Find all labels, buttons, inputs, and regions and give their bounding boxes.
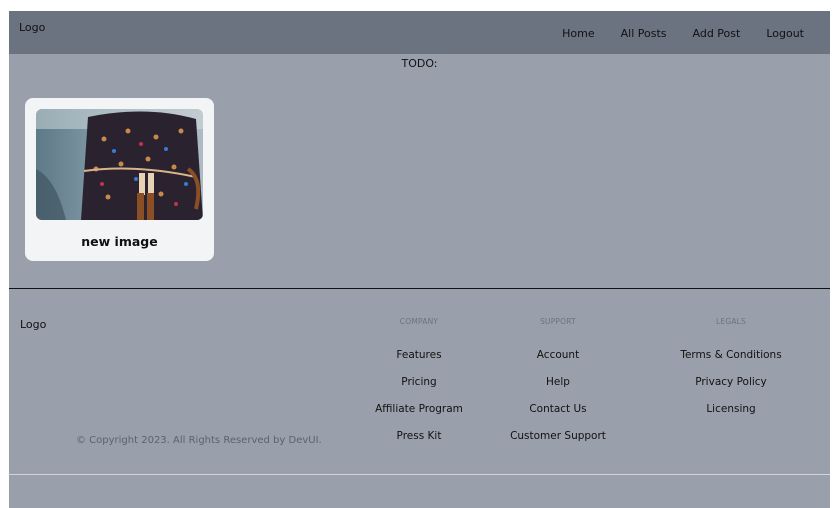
footer-link-terms[interactable]: Terms & Conditions	[661, 348, 801, 375]
footer-link-help[interactable]: Help	[498, 375, 618, 402]
footer-legals-column: LEGALS Terms & Conditions Privacy Policy…	[661, 317, 801, 429]
footer-support-column: SUPPORT Account Help Contact Us Customer…	[498, 317, 618, 456]
footer-bottom-line	[9, 474, 830, 475]
footer-link-licensing[interactable]: Licensing	[661, 402, 801, 429]
footer-link-pricing[interactable]: Pricing	[359, 375, 479, 402]
nav-all-posts-link[interactable]: All Posts	[621, 27, 667, 41]
main-nav: Home All Posts Add Post Logout	[562, 27, 830, 41]
footer-link-account[interactable]: Account	[498, 348, 618, 375]
footer-support-heading: SUPPORT	[540, 317, 576, 326]
footer-link-press-kit[interactable]: Press Kit	[359, 429, 479, 456]
todo-text: TODO:	[401, 57, 438, 70]
page-frame: Logo Home All Posts Add Post Logout TODO…	[9, 11, 830, 508]
footer-link-privacy-policy[interactable]: Privacy Policy	[661, 375, 801, 402]
copyright-text: © Copyright 2023. All Rights Reserved by…	[76, 435, 322, 446]
nav-home-link[interactable]: Home	[562, 27, 594, 41]
footer-link-contact-us[interactable]: Contact Us	[498, 402, 618, 429]
footer-link-affiliate-program[interactable]: Affiliate Program	[359, 402, 479, 429]
post-title: new image	[81, 234, 158, 249]
footer-company-column: COMPANY Features Pricing Affiliate Progr…	[359, 317, 479, 456]
footer-logo[interactable]: Logo	[20, 318, 46, 331]
header-bar: Logo Home All Posts Add Post Logout	[9, 11, 830, 54]
header-logo[interactable]: Logo	[19, 21, 45, 34]
footer-legals-heading: LEGALS	[716, 317, 746, 326]
post-image	[36, 109, 203, 220]
nav-add-post-link[interactable]: Add Post	[693, 27, 741, 41]
nav-logout-link[interactable]: Logout	[766, 27, 804, 41]
post-card[interactable]: new image	[25, 98, 214, 261]
footer-company-heading: COMPANY	[399, 317, 439, 326]
footer-link-features[interactable]: Features	[359, 348, 479, 375]
footer-link-customer-support[interactable]: Customer Support	[498, 429, 618, 456]
footer-divider	[9, 288, 830, 289]
